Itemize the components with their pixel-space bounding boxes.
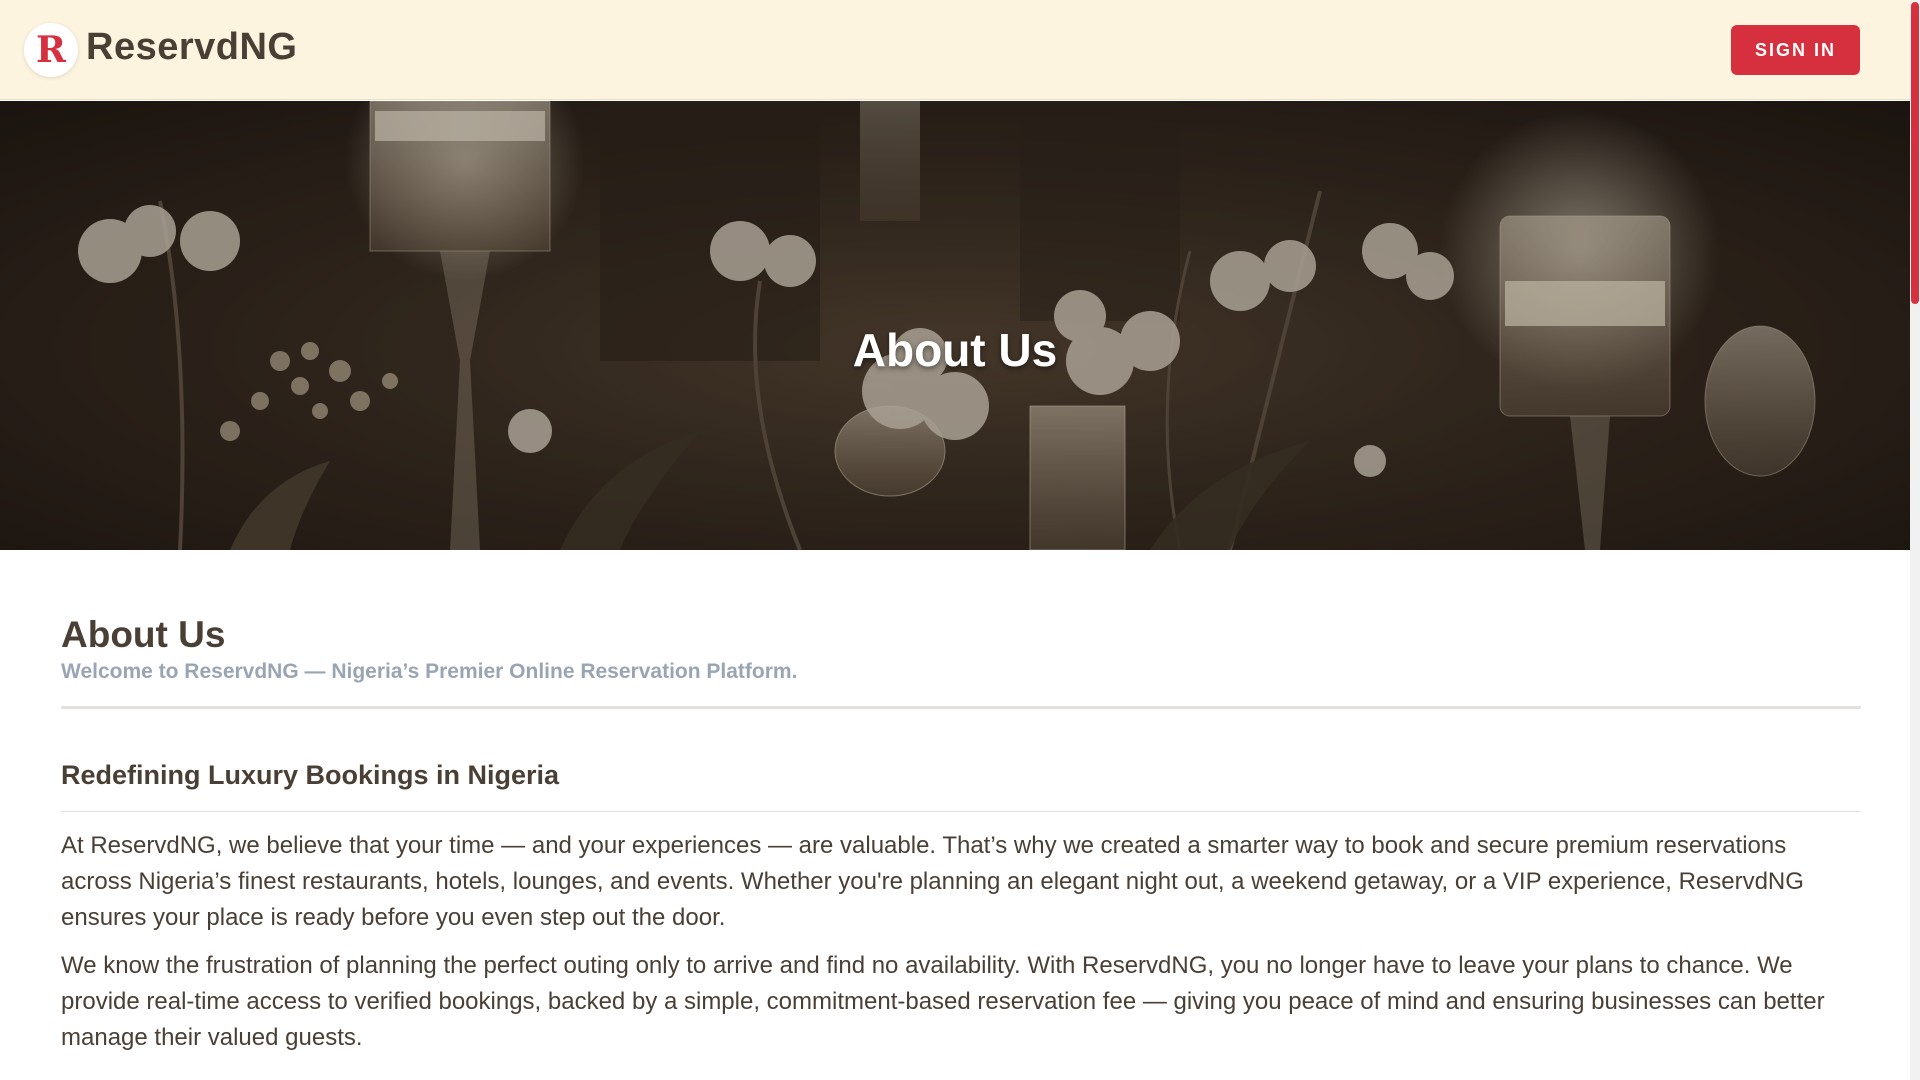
sign-in-button[interactable]: SIGN IN: [1731, 25, 1860, 75]
page-title: About Us: [61, 614, 226, 655]
site-header: R ReservdNG SIGN IN: [0, 0, 1910, 100]
scrollbar-thumb[interactable]: [1911, 2, 1919, 304]
logo-letter: R: [36, 29, 66, 71]
page-subtitle: Welcome to ReservdNG — Nigeria’s Premier…: [61, 660, 798, 683]
logo[interactable]: R: [24, 23, 78, 77]
section-divider: [61, 811, 1861, 812]
brand-name[interactable]: ReservdNG: [86, 26, 297, 69]
hero-banner: About Us: [0, 101, 1910, 550]
divider: [61, 706, 1861, 709]
scrollbar[interactable]: [1910, 0, 1920, 1080]
paragraph: We know the frustration of planning the …: [61, 952, 1825, 1051]
hero-title: About Us: [852, 324, 1058, 376]
paragraph: At ReservdNG, we believe that your time …: [61, 832, 1804, 931]
section-title: Redefining Luxury Bookings in Nigeria: [61, 760, 560, 790]
